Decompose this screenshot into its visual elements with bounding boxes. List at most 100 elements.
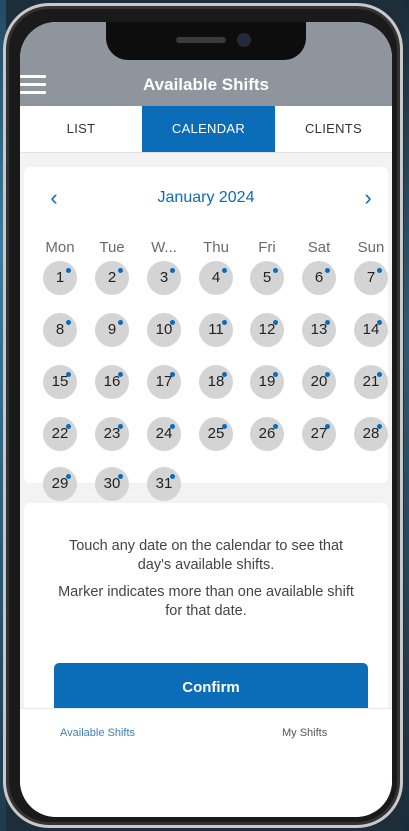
day-number: 4	[211, 269, 221, 286]
shift-marker-dot	[170, 474, 175, 479]
calendar-day[interactable]: 24	[147, 417, 181, 451]
calendar-day[interactable]: 29	[43, 467, 77, 501]
calendar-day[interactable]: 26	[250, 417, 284, 451]
weekday-label: Thu	[203, 239, 229, 256]
phone-notch	[106, 22, 306, 60]
shift-marker-dot	[325, 320, 330, 325]
weekday-label: Sun	[357, 239, 385, 256]
calendar-day[interactable]: 5	[250, 261, 284, 295]
speaker-grille	[176, 37, 226, 43]
calendar-day[interactable]: 30	[95, 467, 129, 501]
marker-legend-text: Marker indicates more than one available…	[58, 584, 354, 619]
shift-marker-dot	[377, 424, 382, 429]
shift-marker-dot	[118, 474, 123, 479]
instruction-text: Touch any date on the calendar to see th…	[68, 538, 344, 573]
calendar-day[interactable]: 15	[43, 365, 77, 399]
month-label: January 2024	[157, 189, 255, 206]
calendar-day[interactable]: 21	[354, 365, 388, 399]
confirm-button[interactable]: Confirm	[54, 663, 368, 713]
shift-marker-dot	[273, 424, 278, 429]
calendar-day[interactable]: 10	[147, 313, 181, 347]
shift-marker-dot	[118, 424, 123, 429]
calendar-day[interactable]: 27	[302, 417, 336, 451]
shift-marker-dot	[66, 474, 71, 479]
shift-marker-dot	[170, 424, 175, 429]
shift-marker-dot	[377, 268, 382, 273]
calendar-day[interactable]: 28	[354, 417, 388, 451]
shift-marker-dot	[222, 372, 227, 377]
day-number: 2	[107, 269, 117, 286]
shift-marker-dot	[222, 320, 227, 325]
shift-marker-dot	[170, 268, 175, 273]
day-number: 6	[314, 269, 324, 286]
tab-clients[interactable]: CLIENTS	[275, 106, 392, 152]
shift-marker-dot	[325, 372, 330, 377]
nav-available-shifts[interactable]: Available Shifts	[60, 727, 135, 739]
page-title: Available Shifts	[143, 75, 269, 94]
calendar-day[interactable]: 11	[199, 313, 233, 347]
calendar-day[interactable]: 13	[302, 313, 336, 347]
shift-marker-dot	[222, 424, 227, 429]
shift-marker-dot	[170, 372, 175, 377]
calendar-day[interactable]: 14	[354, 313, 388, 347]
calendar-day[interactable]: 18	[199, 365, 233, 399]
top-tabs: LIST CALENDAR CLIENTS	[20, 106, 392, 153]
shift-marker-dot	[66, 372, 71, 377]
shift-marker-dot	[325, 424, 330, 429]
shift-marker-dot	[273, 268, 278, 273]
weekday-label: Sat	[307, 239, 331, 256]
day-number: 5	[262, 269, 272, 286]
calendar-day[interactable]: 31	[147, 467, 181, 501]
day-number: 8	[55, 321, 65, 338]
day-number: 3	[159, 269, 169, 286]
background-edge-right	[404, 0, 409, 831]
phone-frame: Available Shifts LIST CALENDAR CLIENTS ‹…	[3, 3, 403, 828]
shift-marker-dot	[377, 372, 382, 377]
weekday-label: Fri	[258, 239, 276, 256]
shift-marker-dot	[273, 372, 278, 377]
calendar-day[interactable]: 8	[43, 313, 77, 347]
calendar-day[interactable]: 9	[95, 313, 129, 347]
shift-marker-dot	[325, 268, 330, 273]
main-content: ‹ January 2024 › Mon Tue W... Thu Fri Sat Sun …	[20, 153, 392, 723]
shift-marker-dot	[66, 320, 71, 325]
calendar-day[interactable]: 4	[199, 261, 233, 295]
day-number: 1	[55, 269, 65, 286]
calendar-day[interactable]: 17	[147, 365, 181, 399]
month-navigation: ‹ January 2024 ›	[24, 187, 388, 211]
info-card: Touch any date on the calendar to see th…	[24, 503, 388, 723]
shift-marker-dot	[118, 268, 123, 273]
shift-marker-dot	[273, 320, 278, 325]
calendar-day[interactable]: 2	[95, 261, 129, 295]
weekday-label: W...	[151, 239, 177, 256]
phone-screen: Available Shifts LIST CALENDAR CLIENTS ‹…	[20, 22, 392, 817]
calendar-day[interactable]: 23	[95, 417, 129, 451]
shift-marker-dot	[222, 268, 227, 273]
day-number: 9	[107, 321, 117, 338]
calendar-day[interactable]: 25	[199, 417, 233, 451]
chevron-right-icon[interactable]: ›	[358, 187, 378, 211]
tab-calendar[interactable]: CALENDAR	[142, 106, 275, 152]
calendar-day[interactable]: 3	[147, 261, 181, 295]
shift-marker-dot	[170, 320, 175, 325]
camera-icon	[239, 35, 249, 45]
day-number: 7	[366, 269, 376, 286]
shift-marker-dot	[118, 320, 123, 325]
shift-marker-dot	[66, 268, 71, 273]
bottom-navigation: Available Shifts My Shifts	[20, 708, 392, 817]
nav-my-shifts[interactable]: My Shifts	[282, 727, 327, 739]
weekday-label: Tue	[99, 239, 125, 256]
shift-marker-dot	[377, 320, 382, 325]
calendar-day[interactable]: 6	[302, 261, 336, 295]
calendar-day[interactable]: 19	[250, 365, 284, 399]
weekday-label: Mon	[45, 239, 75, 256]
calendar-day[interactable]: 1	[43, 261, 77, 295]
calendar-day[interactable]: 7	[354, 261, 388, 295]
shift-marker-dot	[66, 424, 71, 429]
calendar-day[interactable]: 22	[43, 417, 77, 451]
calendar-day[interactable]: 20	[302, 365, 336, 399]
calendar-card: ‹ January 2024 › Mon Tue W... Thu Fri Sat Sun …	[24, 167, 388, 501]
tab-list[interactable]: LIST	[20, 106, 142, 152]
calendar-day[interactable]: 16	[95, 365, 129, 399]
calendar-day[interactable]: 12	[250, 313, 284, 347]
